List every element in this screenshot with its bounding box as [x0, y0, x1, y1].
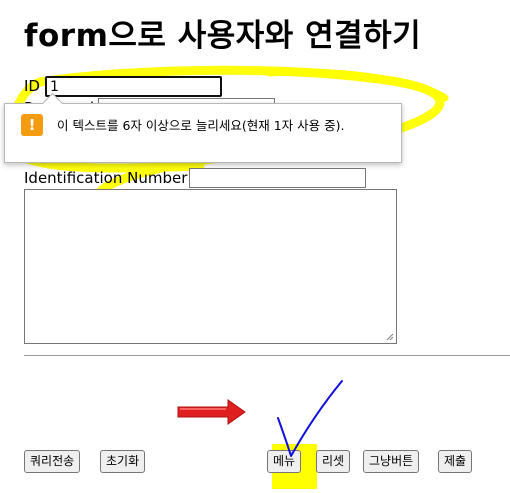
resize-handle-icon[interactable]	[386, 333, 394, 341]
reset-button[interactable]: 리셋	[316, 450, 351, 473]
submit-button[interactable]: 제출	[438, 450, 473, 473]
message-textarea[interactable]	[24, 189, 397, 344]
page-title: form으로 사용자와 연결하기	[24, 18, 422, 54]
identification-number-input[interactable]	[189, 168, 366, 188]
warning-icon: !	[21, 114, 43, 136]
menu-button[interactable]: 메뉴	[267, 450, 302, 473]
reset-init-button[interactable]: 초기화	[100, 450, 146, 473]
id-label: ID	[24, 77, 40, 95]
horizontal-rule	[24, 355, 510, 356]
validation-message: 이 텍스트를 6자 이상으로 늘리세요(현재 1자 사용 중).	[57, 118, 345, 133]
validation-tooltip: ! 이 텍스트를 6자 이상으로 늘리세요(현재 1자 사용 중).	[4, 92, 402, 163]
id-input[interactable]: 1	[45, 76, 222, 97]
identification-number-label: Identification Number	[24, 169, 188, 187]
plain-button[interactable]: 그냥버튼	[363, 450, 420, 473]
query-submit-button[interactable]: 쿼리전송	[24, 450, 81, 473]
